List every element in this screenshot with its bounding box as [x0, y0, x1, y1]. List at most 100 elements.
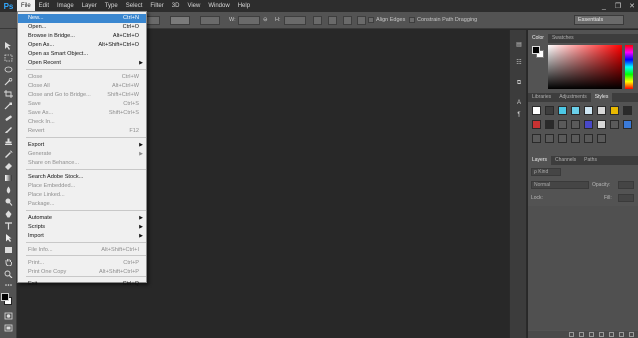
style-swatch[interactable] [545, 134, 554, 143]
tab-paths[interactable]: Paths [580, 156, 601, 165]
workspace-select[interactable]: Essentials [574, 15, 624, 25]
style-swatch[interactable] [623, 106, 632, 115]
menu-view[interactable]: View [183, 0, 204, 12]
stroke-swatch[interactable] [170, 16, 190, 25]
zoom-tool-icon[interactable] [4, 270, 13, 279]
blend-mode-select[interactable]: Normal [531, 181, 589, 189]
opacity-field[interactable] [618, 181, 634, 189]
menu-3d[interactable]: 3D [168, 0, 184, 12]
properties-panel-icon[interactable]: ☷ [515, 60, 523, 67]
minimize-button[interactable]: _ [600, 3, 608, 10]
tab-layers[interactable]: Layers [528, 156, 552, 165]
link-layers-icon[interactable] [569, 332, 574, 337]
eyedropper-tool-icon[interactable] [4, 102, 13, 110]
align-edges-checkbox[interactable] [368, 17, 374, 23]
marquee-tool-icon[interactable] [4, 54, 13, 62]
link-dimensions-icon[interactable]: ⊖ [263, 17, 268, 23]
width-field[interactable] [238, 16, 260, 25]
new-layer-icon[interactable] [619, 332, 624, 337]
lasso-tool-icon[interactable] [4, 66, 13, 74]
crop-tool-icon[interactable] [4, 90, 13, 98]
file-menu-item-open-as[interactable]: Open As... Alt+Shift+Ctrl+O [18, 41, 146, 50]
style-swatch[interactable] [610, 120, 619, 129]
style-swatch[interactable] [584, 134, 593, 143]
adjustment-layer-icon[interactable] [599, 332, 604, 337]
style-swatch[interactable] [558, 134, 567, 143]
hue-slider[interactable] [625, 45, 633, 89]
layer-filter-select[interactable]: ρ Kind [531, 168, 561, 176]
path-operations-button[interactable] [313, 16, 322, 25]
layer-style-icon[interactable] [579, 332, 584, 337]
file-menu-item-browse-in-bridge[interactable]: Browse in Bridge... Alt+Ctrl+O [18, 32, 146, 41]
paragraph-panel-icon[interactable]: ¶ [515, 112, 523, 119]
style-swatch[interactable] [584, 120, 593, 129]
gradient-tool-icon[interactable] [4, 174, 13, 182]
file-menu-item-open-as-smart-object[interactable]: Open as Smart Object... [18, 50, 146, 59]
style-swatch[interactable] [597, 134, 606, 143]
style-swatch[interactable] [571, 120, 580, 129]
file-menu-item-new[interactable]: New... Ctrl+N [18, 14, 146, 23]
tab-adjustments[interactable]: Adjustments [555, 93, 591, 102]
style-swatch[interactable] [558, 106, 567, 115]
path-selection-tool-icon[interactable] [4, 234, 13, 242]
quick-mask-icon[interactable] [4, 312, 13, 320]
file-menu-item-exit[interactable]: Exit Ctrl+Q [18, 280, 146, 289]
file-menu-item-open-recent[interactable]: Open Recent ▶ [18, 59, 146, 68]
screen-mode-icon[interactable] [4, 324, 13, 332]
style-swatch[interactable] [558, 120, 567, 129]
menu-help[interactable]: Help [234, 0, 254, 12]
file-menu-item-automate[interactable]: Automate ▶ [18, 214, 146, 223]
close-button[interactable]: ✕ [628, 2, 636, 10]
foreground-swatch[interactable] [532, 46, 540, 54]
move-tool-icon[interactable] [4, 42, 13, 50]
dodge-tool-icon[interactable] [4, 198, 13, 206]
constrain-path-checkbox[interactable] [409, 17, 415, 23]
history-panel-icon[interactable]: ▤ [515, 42, 523, 49]
fill-field[interactable] [618, 194, 634, 202]
more-tools-icon[interactable] [4, 281, 13, 289]
style-swatch[interactable] [571, 134, 580, 143]
file-menu-item-export[interactable]: Export ▶ [18, 141, 146, 150]
brush-tool-icon[interactable] [4, 126, 13, 134]
pen-tool-icon[interactable] [4, 210, 13, 218]
tab-libraries[interactable]: Libraries [528, 93, 555, 102]
brush-presets-icon[interactable]: ⧉ [515, 80, 523, 87]
style-swatch[interactable] [597, 120, 606, 129]
file-menu-item-import[interactable]: Import ▶ [18, 232, 146, 241]
character-panel-icon[interactable]: A [515, 100, 523, 107]
stroke-width-field[interactable] [200, 16, 220, 25]
style-swatch[interactable] [610, 106, 619, 115]
layers-list[interactable] [528, 206, 638, 330]
quick-selection-tool-icon[interactable] [4, 78, 13, 86]
tab-swatches[interactable]: Swatches [548, 34, 578, 43]
path-alignment-button[interactable] [328, 16, 337, 25]
style-swatch[interactable] [532, 106, 541, 115]
tab-styles[interactable]: Styles [590, 93, 613, 102]
style-swatch[interactable] [584, 106, 593, 115]
file-menu-item-search-adobe-stock[interactable]: Search Adobe Stock... [18, 173, 146, 182]
type-tool-icon[interactable] [4, 222, 13, 230]
style-swatch[interactable] [597, 106, 606, 115]
file-menu-item-scripts[interactable]: Scripts ▶ [18, 223, 146, 232]
eraser-tool-icon[interactable] [4, 162, 13, 170]
hand-tool-icon[interactable] [4, 258, 13, 267]
add-mask-icon[interactable] [589, 332, 594, 337]
healing-brush-tool-icon[interactable] [4, 114, 13, 122]
style-swatch[interactable] [532, 134, 541, 143]
color-picker-field[interactable] [548, 45, 622, 89]
blur-tool-icon[interactable] [4, 186, 13, 194]
tab-channels[interactable]: Channels [551, 156, 580, 165]
menu-window[interactable]: Window [204, 0, 233, 12]
geometry-options-gear[interactable] [357, 16, 366, 25]
style-swatch[interactable] [545, 106, 554, 115]
foreground-color-swatch[interactable] [1, 293, 9, 301]
menu-filter[interactable]: Filter [146, 0, 167, 12]
style-swatch[interactable] [532, 120, 541, 129]
file-menu-item-open[interactable]: Open... Ctrl+O [18, 23, 146, 32]
restore-button[interactable]: ❐ [614, 2, 622, 10]
style-swatch[interactable] [571, 106, 580, 115]
rectangle-tool-icon[interactable] [4, 246, 13, 254]
tab-color[interactable]: Color [528, 34, 548, 43]
style-swatch[interactable] [545, 120, 554, 129]
height-field[interactable] [284, 16, 306, 25]
